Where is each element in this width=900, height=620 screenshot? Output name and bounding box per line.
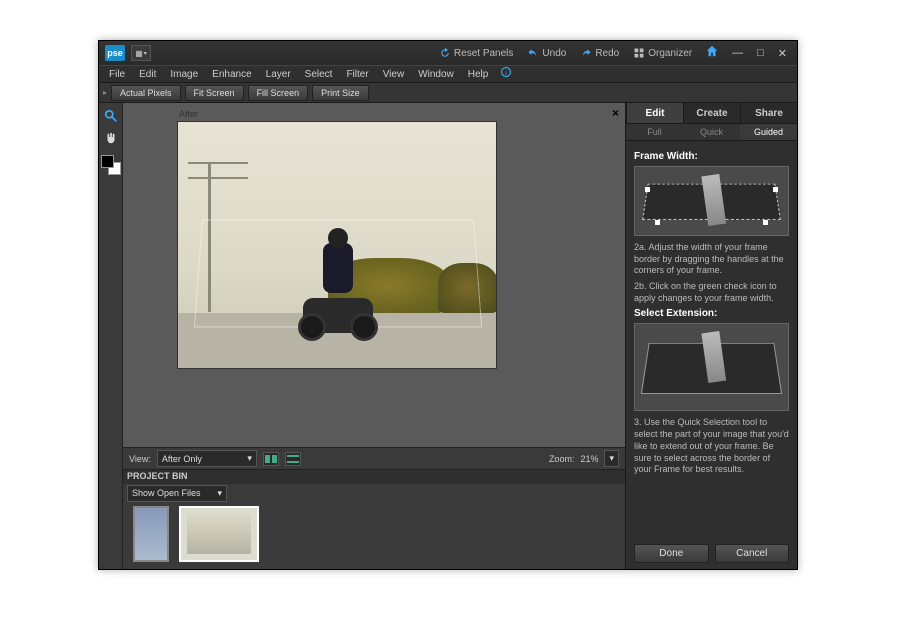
view-horizontal-icon[interactable] [263, 452, 279, 466]
tool-column [99, 103, 123, 569]
foreground-color[interactable] [101, 155, 114, 168]
view-bar: View: After Only▾ Zoom: 21% ▾ [123, 447, 625, 469]
right-panel: Edit Create Share Full Quick Guided Fram… [625, 103, 797, 569]
project-bin: PROJECT BIN Show Open Files▾ [123, 469, 625, 569]
fill-screen-button[interactable]: Fill Screen [248, 85, 309, 101]
chevron-down-icon: ▾ [609, 453, 614, 464]
bin-thumbnail-1[interactable] [133, 506, 169, 562]
menu-bar: File Edit Image Enhance Layer Select Fil… [99, 65, 797, 83]
menu-view[interactable]: View [377, 67, 411, 82]
undo-icon [527, 47, 539, 59]
reset-panels-button[interactable]: Reset Panels [435, 45, 517, 61]
guided-panel-content: Frame Width: 2a. Adjust the width of you… [626, 141, 797, 538]
done-button[interactable]: Done [634, 544, 709, 563]
project-bin-title: PROJECT BIN [123, 470, 625, 484]
app-logo[interactable]: pse [105, 45, 125, 61]
tab-create[interactable]: Create [683, 103, 740, 123]
redo-icon [580, 47, 592, 59]
menu-image[interactable]: Image [164, 67, 204, 82]
motorcycle-subject [303, 223, 373, 333]
menu-layer[interactable]: Layer [260, 67, 297, 82]
subtab-guided[interactable]: Guided [740, 124, 797, 140]
title-bar: pse ▦▾ Reset Panels Undo Redo Organizer … [99, 41, 797, 65]
frame-width-preview [634, 166, 789, 236]
app-window: pse ▦▾ Reset Panels Undo Redo Organizer … [98, 40, 798, 570]
tab-share[interactable]: Share [740, 103, 797, 123]
step-3-text: 3. Use the Quick Selection tool to selec… [634, 417, 789, 475]
tab-edit[interactable]: Edit [626, 103, 683, 123]
close-preview-button[interactable]: × [612, 106, 619, 120]
zoom-tool[interactable] [102, 107, 120, 125]
select-extension-preview [634, 323, 789, 411]
info-icon[interactable]: i [500, 65, 512, 83]
zoom-dropdown[interactable]: ▾ [604, 450, 619, 467]
print-size-button[interactable]: Print Size [312, 85, 369, 101]
frame-width-title: Frame Width: [634, 151, 789, 162]
center-area: × After View: After Only▾ [123, 103, 625, 569]
layout-switcher[interactable]: ▦▾ [131, 45, 151, 61]
menu-enhance[interactable]: Enhance [206, 67, 257, 82]
canvas-area: × After [123, 103, 625, 447]
bin-thumbnail-2[interactable] [179, 506, 259, 562]
subtab-full[interactable]: Full [626, 124, 683, 140]
cancel-button[interactable]: Cancel [715, 544, 790, 563]
mode-tabs: Edit Create Share [626, 103, 797, 123]
image-canvas[interactable] [177, 121, 497, 369]
organizer-button[interactable]: Organizer [629, 45, 696, 61]
view-mode-dropdown[interactable]: After Only▾ [157, 450, 257, 467]
menu-edit[interactable]: Edit [133, 67, 162, 82]
after-label: After [179, 109, 198, 119]
zoom-label: Zoom: [549, 454, 575, 464]
panel-buttons: Done Cancel [626, 538, 797, 569]
subtab-quick[interactable]: Quick [683, 124, 740, 140]
fit-screen-button[interactable]: Fit Screen [185, 85, 244, 101]
select-extension-title: Select Extension: [634, 308, 789, 319]
step-2a-text: 2a. Adjust the width of your frame borde… [634, 242, 789, 277]
menu-select[interactable]: Select [299, 67, 339, 82]
opt-arrow-icon[interactable]: ▸ [103, 88, 107, 97]
options-bar: ▸ Actual Pixels Fit Screen Fill Screen P… [99, 83, 797, 103]
zoom-value: 21% [580, 454, 598, 464]
grid-icon [633, 47, 645, 59]
refresh-icon [439, 47, 451, 59]
close-button[interactable]: ✕ [774, 47, 791, 60]
chevron-down-icon: ▾ [217, 488, 222, 499]
bin-filter-dropdown[interactable]: Show Open Files▾ [127, 485, 227, 502]
menu-window[interactable]: Window [412, 67, 460, 82]
color-swatch[interactable] [101, 155, 121, 175]
main-area: × After View: After Only▾ [99, 103, 797, 569]
home-icon[interactable] [702, 44, 722, 63]
maximize-button[interactable]: □ [753, 47, 768, 59]
chevron-down-icon: ▾ [247, 453, 252, 464]
actual-pixels-button[interactable]: Actual Pixels [111, 85, 181, 101]
menu-filter[interactable]: Filter [340, 67, 374, 82]
redo-button[interactable]: Redo [576, 45, 623, 61]
menu-file[interactable]: File [103, 67, 131, 82]
hand-tool[interactable] [102, 129, 120, 147]
step-2b-text: 2b. Click on the green check icon to app… [634, 281, 789, 304]
minimize-button[interactable]: — [728, 47, 747, 59]
view-label: View: [129, 454, 151, 464]
view-vertical-icon[interactable] [285, 452, 301, 466]
undo-button[interactable]: Undo [523, 45, 570, 61]
sub-tabs: Full Quick Guided [626, 123, 797, 141]
menu-help[interactable]: Help [462, 67, 495, 82]
